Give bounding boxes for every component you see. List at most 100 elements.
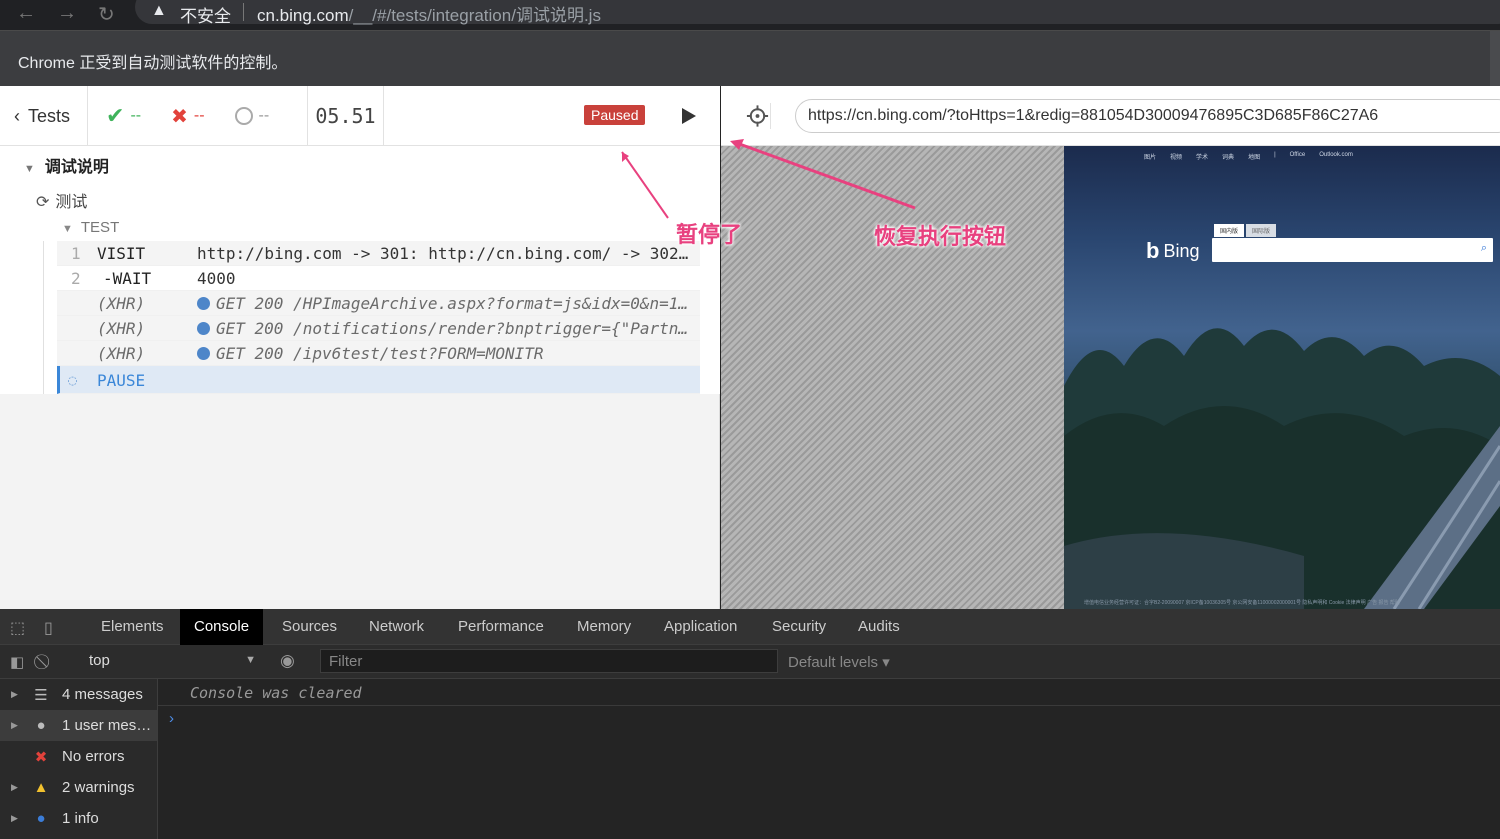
eye-icon[interactable]: ◉ (280, 651, 295, 671)
tab-memory[interactable]: Memory (565, 609, 643, 645)
expand-triangle-icon[interactable]: ▶ (11, 720, 18, 731)
test-title[interactable]: ⟳ 测试 (36, 188, 87, 212)
context-value: top (89, 652, 110, 669)
bing-nav-item[interactable]: Outlook.com (1319, 152, 1353, 161)
dropdown-arrow-icon: ▼ (245, 654, 256, 666)
bing-tab-cn[interactable]: 国内版 (1214, 224, 1245, 237)
xhr-status-dot-icon (197, 347, 210, 360)
xhr-status-dot-icon (197, 297, 210, 310)
sidebar-item-errors[interactable]: ✖ No errors (0, 741, 157, 772)
divider (243, 3, 244, 21)
sidebar-item-label: 2 warnings (62, 779, 135, 796)
tab-console[interactable]: Console (180, 609, 264, 645)
command-message: 4000 (197, 269, 236, 288)
xhr-row[interactable]: (XHR) GET 200 /HPImageArchive.aspx?forma… (57, 291, 700, 316)
collapse-triangle-icon: ▼ (62, 223, 73, 235)
tab-sources[interactable]: Sources (270, 609, 349, 645)
context-select[interactable]: top ▼ (76, 647, 262, 675)
cross-icon: ✖ (171, 105, 188, 128)
suite-title[interactable]: ▼ 调试说明 (24, 153, 109, 177)
device-toolbar-icon[interactable]: ▯ (44, 618, 53, 638)
tab-performance[interactable]: Performance (446, 609, 556, 645)
tab-elements[interactable]: Elements (89, 609, 176, 645)
paused-badge: Paused (584, 105, 646, 125)
command-row[interactable]: 1 VISIT http://bing.com -> 301: http://c… (57, 241, 700, 266)
xhr-status-dot-icon (197, 322, 210, 335)
console-output[interactable]: Console was cleared › (158, 679, 1500, 839)
aut-stage: 图片 视频 学术 词典 地图 | Office Outlook.com b Bin… (721, 146, 1500, 609)
xhr-row[interactable]: (XHR) GET 200 /ipv6test/test?FORM=MONITR (57, 341, 700, 366)
console-sidebar: ▶ ☰ 4 messages ▶ ● 1 user mes… ✖ No erro… (0, 679, 158, 839)
info-icon: ● (36, 810, 46, 827)
bing-nav-item[interactable]: 词典 (1222, 152, 1234, 161)
bing-nav: 图片 视频 学术 词典 地图 | Office Outlook.com (1144, 152, 1353, 161)
back-icon[interactable]: ← (16, 2, 36, 25)
bing-nav-item[interactable]: 地图 (1248, 152, 1260, 161)
selector-playground-icon[interactable] (745, 103, 771, 129)
pending-circle-icon (234, 107, 253, 125)
url-host: cn.bing.com (257, 6, 349, 25)
url-text[interactable]: cn.bing.com/__/#/tests/integration/调试说明.… (257, 1, 601, 26)
divider (158, 705, 1500, 706)
browser-toolbar: ← → ↻ ▲ 不安全 cn.bing.com/__/#/tests/integ… (0, 0, 1500, 30)
command-group[interactable]: ▼ TEST (62, 219, 119, 236)
bing-logo: b Bing (1146, 238, 1199, 264)
expand-triangle-icon[interactable]: ▶ (11, 813, 18, 824)
tab-security[interactable]: Security (760, 609, 838, 645)
sidebar-item-messages[interactable]: ▶ ☰ 4 messages (0, 679, 157, 710)
automation-infobar: Chrome 正受到自动测试软件的控制。 (0, 30, 1500, 87)
passed-count: -- (130, 107, 142, 124)
forward-icon[interactable]: → (57, 2, 77, 25)
automation-notice: Chrome 正受到自动测试软件的控制。 (18, 55, 288, 72)
log-levels-select[interactable]: Default levels ▾ (788, 653, 890, 671)
expand-triangle-icon[interactable]: ▶ (11, 782, 18, 793)
test-title-text: 测试 (55, 194, 88, 211)
chevron-left-icon: ‹ (14, 105, 20, 126)
sidebar-item-label: 1 info (62, 810, 99, 827)
sidebar-toggle-icon[interactable]: ◧ (10, 653, 24, 671)
bing-nav-item[interactable]: 学术 (1196, 152, 1208, 161)
bing-footer: 增值电信业务经营许可证：合字B2-20090007 京ICP备10036305号… (1084, 600, 1400, 606)
aut-header: https://cn.bing.com/?toHttps=1&redig=881… (721, 86, 1500, 146)
bing-nav-separator: | (1274, 152, 1276, 158)
reload-icon[interactable]: ↻ (98, 2, 115, 27)
xhr-message: GET 200 /notifications/render?bnptrigger… (216, 319, 692, 338)
inspect-element-icon[interactable]: ⬚ (10, 618, 25, 638)
aut-iframe[interactable]: 图片 视频 学术 词典 地图 | Office Outlook.com b Bin… (1064, 146, 1500, 609)
bing-nav-item[interactable]: Office (1290, 152, 1306, 161)
run-timer: 05.51 (308, 86, 384, 146)
passed-stat: ✔ -- (106, 103, 141, 129)
address-bar[interactable]: ▲ 不安全 cn.bing.com/__/#/tests/integration… (135, 0, 1500, 26)
infobar-edge (1490, 31, 1500, 87)
command-row[interactable]: 2 -WAIT 4000 (57, 266, 700, 291)
sidebar-item-label: No errors (62, 748, 125, 765)
list-icon: ☰ (34, 686, 48, 704)
xhr-row[interactable]: (XHR) GET 200 /notifications/render?bnpt… (57, 316, 700, 341)
tests-link[interactable]: ‹ Tests (0, 86, 88, 146)
bing-nav-item[interactable]: 视频 (1170, 152, 1182, 161)
aut-url-display: https://cn.bing.com/?toHttps=1&redig=881… (795, 99, 1500, 133)
search-icon[interactable]: ⌕ (1481, 242, 1487, 255)
command-name: (XHR) (97, 294, 146, 313)
filter-input[interactable]: Filter (320, 649, 778, 673)
pause-row[interactable]: ◌ PAUSE (57, 366, 700, 394)
console-prompt-icon[interactable]: › (169, 710, 174, 727)
bing-nav-item[interactable]: 图片 (1144, 152, 1156, 161)
tests-label: Tests (28, 105, 71, 126)
tab-network[interactable]: Network (357, 609, 436, 645)
sidebar-item-warnings[interactable]: ▶ ▲ 2 warnings (0, 772, 157, 803)
warning-icon: ▲ (33, 779, 49, 796)
resume-play-icon[interactable] (680, 106, 698, 126)
runner-header: ‹ Tests ✔ -- ✖ -- -- 05.51 Paused (0, 86, 720, 146)
tab-application[interactable]: Application (652, 609, 749, 645)
sidebar-item-user-messages[interactable]: ▶ ● 1 user mes… (0, 710, 157, 741)
url-path: /__/#/tests/integration/调试说明.js (348, 6, 601, 25)
pending-stat: -- (234, 107, 269, 125)
bing-tab-intl[interactable]: 国际版 (1246, 224, 1277, 237)
tab-audits[interactable]: Audits (846, 609, 912, 645)
sidebar-item-info[interactable]: ▶ ● 1 info (0, 803, 157, 834)
command-message: GET 200 /ipv6test/test?FORM=MONITR (197, 344, 692, 363)
expand-triangle-icon[interactable]: ▶ (11, 689, 18, 700)
command-message: GET 200 /HPImageArchive.aspx?format=js&i… (197, 294, 692, 313)
bing-search-input[interactable]: ⌕ (1212, 238, 1493, 262)
